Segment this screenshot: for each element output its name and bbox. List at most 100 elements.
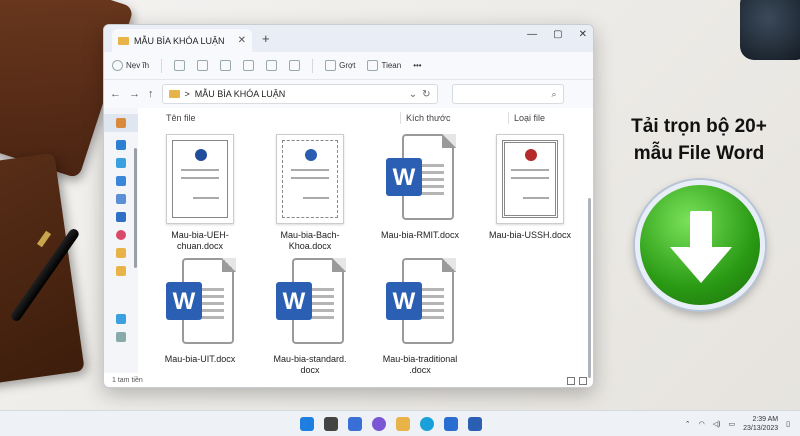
minimize-button[interactable]: — — [527, 29, 537, 40]
store-icon[interactable] — [444, 416, 458, 431]
file-item[interactable]: Mau-bia-Bach- Khoa.docx — [262, 134, 358, 252]
clock-time: 2:39 AM — [752, 415, 779, 423]
document-thumbnail — [166, 134, 234, 224]
view-button[interactable]: Tiean — [367, 60, 401, 71]
explorer-body: Tên file Kích thước Loại file Mau-bia-UE… — [104, 108, 593, 378]
navigation-pane — [104, 108, 138, 373]
file-item[interactable]: Mau-bia-UEH-chuan.docx — [152, 134, 248, 252]
column-name[interactable]: Tên file — [166, 113, 196, 123]
vertical-scrollbar[interactable] — [588, 198, 591, 378]
window-controls: — ▢ ✕ — [527, 29, 587, 40]
file-name: Mau-bia-Bach- Khoa.docx — [280, 230, 340, 251]
close-window-button[interactable]: ✕ — [579, 29, 587, 40]
back-arrow-icon[interactable]: ← — [110, 88, 121, 100]
edge-icon[interactable] — [420, 416, 434, 431]
notification-icon[interactable]: ▯ — [786, 420, 790, 428]
this-pc-icon[interactable] — [116, 314, 126, 324]
tab-title: MẪU BÌA KHÓA LUẬN — [134, 35, 225, 46]
sort-icon — [325, 60, 337, 71]
new-tab-button[interactable]: + — [262, 31, 270, 46]
title-bar: MẪU BÌA KHÓA LUẬN ✕ + — ▢ ✕ — [104, 25, 593, 52]
file-list: Tên file Kích thước Loại file Mau-bia-UE… — [138, 108, 593, 378]
document-thumbnail — [276, 134, 344, 224]
word-doc-icon: W — [164, 258, 236, 348]
share-icon[interactable] — [266, 60, 278, 71]
up-arrow-icon[interactable]: ↑ — [148, 88, 154, 100]
task-view-icon[interactable] — [324, 416, 338, 431]
tiles-view-icon[interactable] — [579, 377, 587, 385]
download-arrow-head — [670, 247, 732, 283]
sidebar-scrollbar[interactable] — [134, 148, 137, 268]
folder-icon[interactable] — [116, 266, 126, 276]
music-icon[interactable] — [116, 230, 126, 240]
taskbar: ⌃ ◠ ◁) ▭ 2:39 AM 23/13/2023 ▯ — [0, 410, 800, 436]
paste-icon[interactable] — [220, 60, 232, 71]
command-bar: Nẹv ĩh Grợt Tiean ••• — [104, 52, 593, 80]
volume-icon[interactable]: ◁) — [713, 420, 721, 428]
file-explorer-icon[interactable] — [396, 416, 410, 431]
forward-arrow-icon[interactable]: → — [129, 88, 140, 100]
rename-icon[interactable] — [243, 60, 255, 71]
copy-icon[interactable] — [197, 60, 209, 71]
cut-icon[interactable] — [174, 60, 186, 71]
column-size[interactable]: Kích thước — [406, 113, 450, 123]
details-view-icon[interactable] — [567, 377, 575, 385]
pictures-icon[interactable] — [116, 212, 126, 222]
file-item[interactable]: W Mau-bia-traditional .docx — [372, 258, 468, 376]
path-segment[interactable]: MẪU BÌA KHÓA LUẬN — [195, 89, 286, 99]
item-count: 1 tam tiền — [112, 376, 143, 384]
maximize-button[interactable]: ▢ — [553, 29, 562, 40]
wifi-icon[interactable]: ◠ — [699, 420, 705, 428]
home-icon — [116, 118, 126, 128]
word-doc-icon: W — [384, 258, 456, 348]
desktop-icon[interactable] — [116, 158, 126, 168]
start-icon[interactable] — [300, 416, 314, 431]
promo-line-1: Tải trọn bộ 20+ — [631, 116, 767, 137]
file-item[interactable]: Mau-bia-USSH.docx — [482, 134, 578, 241]
download-badge-icon[interactable] — [635, 180, 765, 310]
system-tray: ⌃ ◠ ◁) ▭ 2:39 AM 23/13/2023 ▯ — [685, 415, 790, 433]
new-button[interactable]: Nẹv ĩh — [112, 60, 149, 71]
chevron-up-icon[interactable]: ⌃ — [685, 420, 691, 428]
delete-icon[interactable] — [289, 60, 301, 71]
sidebar-item-home[interactable] — [104, 114, 138, 132]
folder-icon[interactable] — [116, 248, 126, 258]
documents-icon[interactable] — [116, 194, 126, 204]
search-input[interactable]: ⌕ — [451, 84, 564, 104]
clock[interactable]: 2:39 AM 23/13/2023 — [743, 415, 778, 433]
tab-close-icon[interactable]: ✕ — [238, 35, 246, 46]
word-doc-icon: W — [384, 134, 456, 224]
chat-icon[interactable] — [372, 416, 386, 431]
view-label: Tiean — [381, 61, 402, 70]
file-item[interactable]: W Mau-bia-UIT.docx — [152, 258, 248, 365]
column-type[interactable]: Loại file — [514, 113, 545, 123]
download-icon[interactable] — [116, 176, 126, 186]
sort-button[interactable]: Grợt — [325, 60, 355, 71]
divider — [508, 112, 509, 124]
refresh-icon[interactable]: ↻ — [422, 89, 430, 100]
divider — [161, 58, 163, 73]
document-thumbnail — [496, 134, 564, 224]
battery-icon[interactable]: ▭ — [728, 420, 735, 428]
file-item[interactable]: W Mau-bia-standard. docx — [262, 258, 358, 376]
search-icon: ⌕ — [551, 88, 557, 99]
divider — [400, 112, 401, 124]
file-item[interactable]: W Mau-bia-RMIT.docx — [372, 134, 468, 241]
folder-icon — [118, 36, 129, 45]
sort-label: Grợt — [339, 61, 356, 70]
tab-mau-bia[interactable]: MẪU BÌA KHÓA LUẬN ✕ — [112, 29, 252, 52]
network-icon[interactable] — [116, 332, 126, 342]
divider — [312, 58, 314, 73]
address-bar-row: ← → ↑ > MẪU BÌA KHÓA LUẬN ⌄ ↻ ⌕ — [104, 80, 593, 108]
file-explorer-window: MẪU BÌA KHÓA LUẬN ✕ + — ▢ ✕ Nẹv ĩh Grợt … — [103, 24, 594, 388]
file-name: Mau-bia-UIT.docx — [164, 354, 236, 364]
word-app-icon[interactable] — [468, 416, 482, 431]
status-bar: 1 tam tiền — [104, 373, 593, 387]
chevron-down-icon[interactable]: ⌄ — [409, 89, 417, 100]
widgets-icon[interactable] — [348, 416, 362, 431]
file-name: Mau-bia-RMIT.docx — [380, 230, 460, 240]
cloud-icon[interactable] — [116, 140, 126, 150]
address-input[interactable]: > MẪU BÌA KHÓA LUẬN ⌄ ↻ — [161, 84, 438, 104]
clock-date: 23/13/2023 — [743, 424, 779, 432]
more-options-button[interactable]: ••• — [413, 61, 421, 70]
